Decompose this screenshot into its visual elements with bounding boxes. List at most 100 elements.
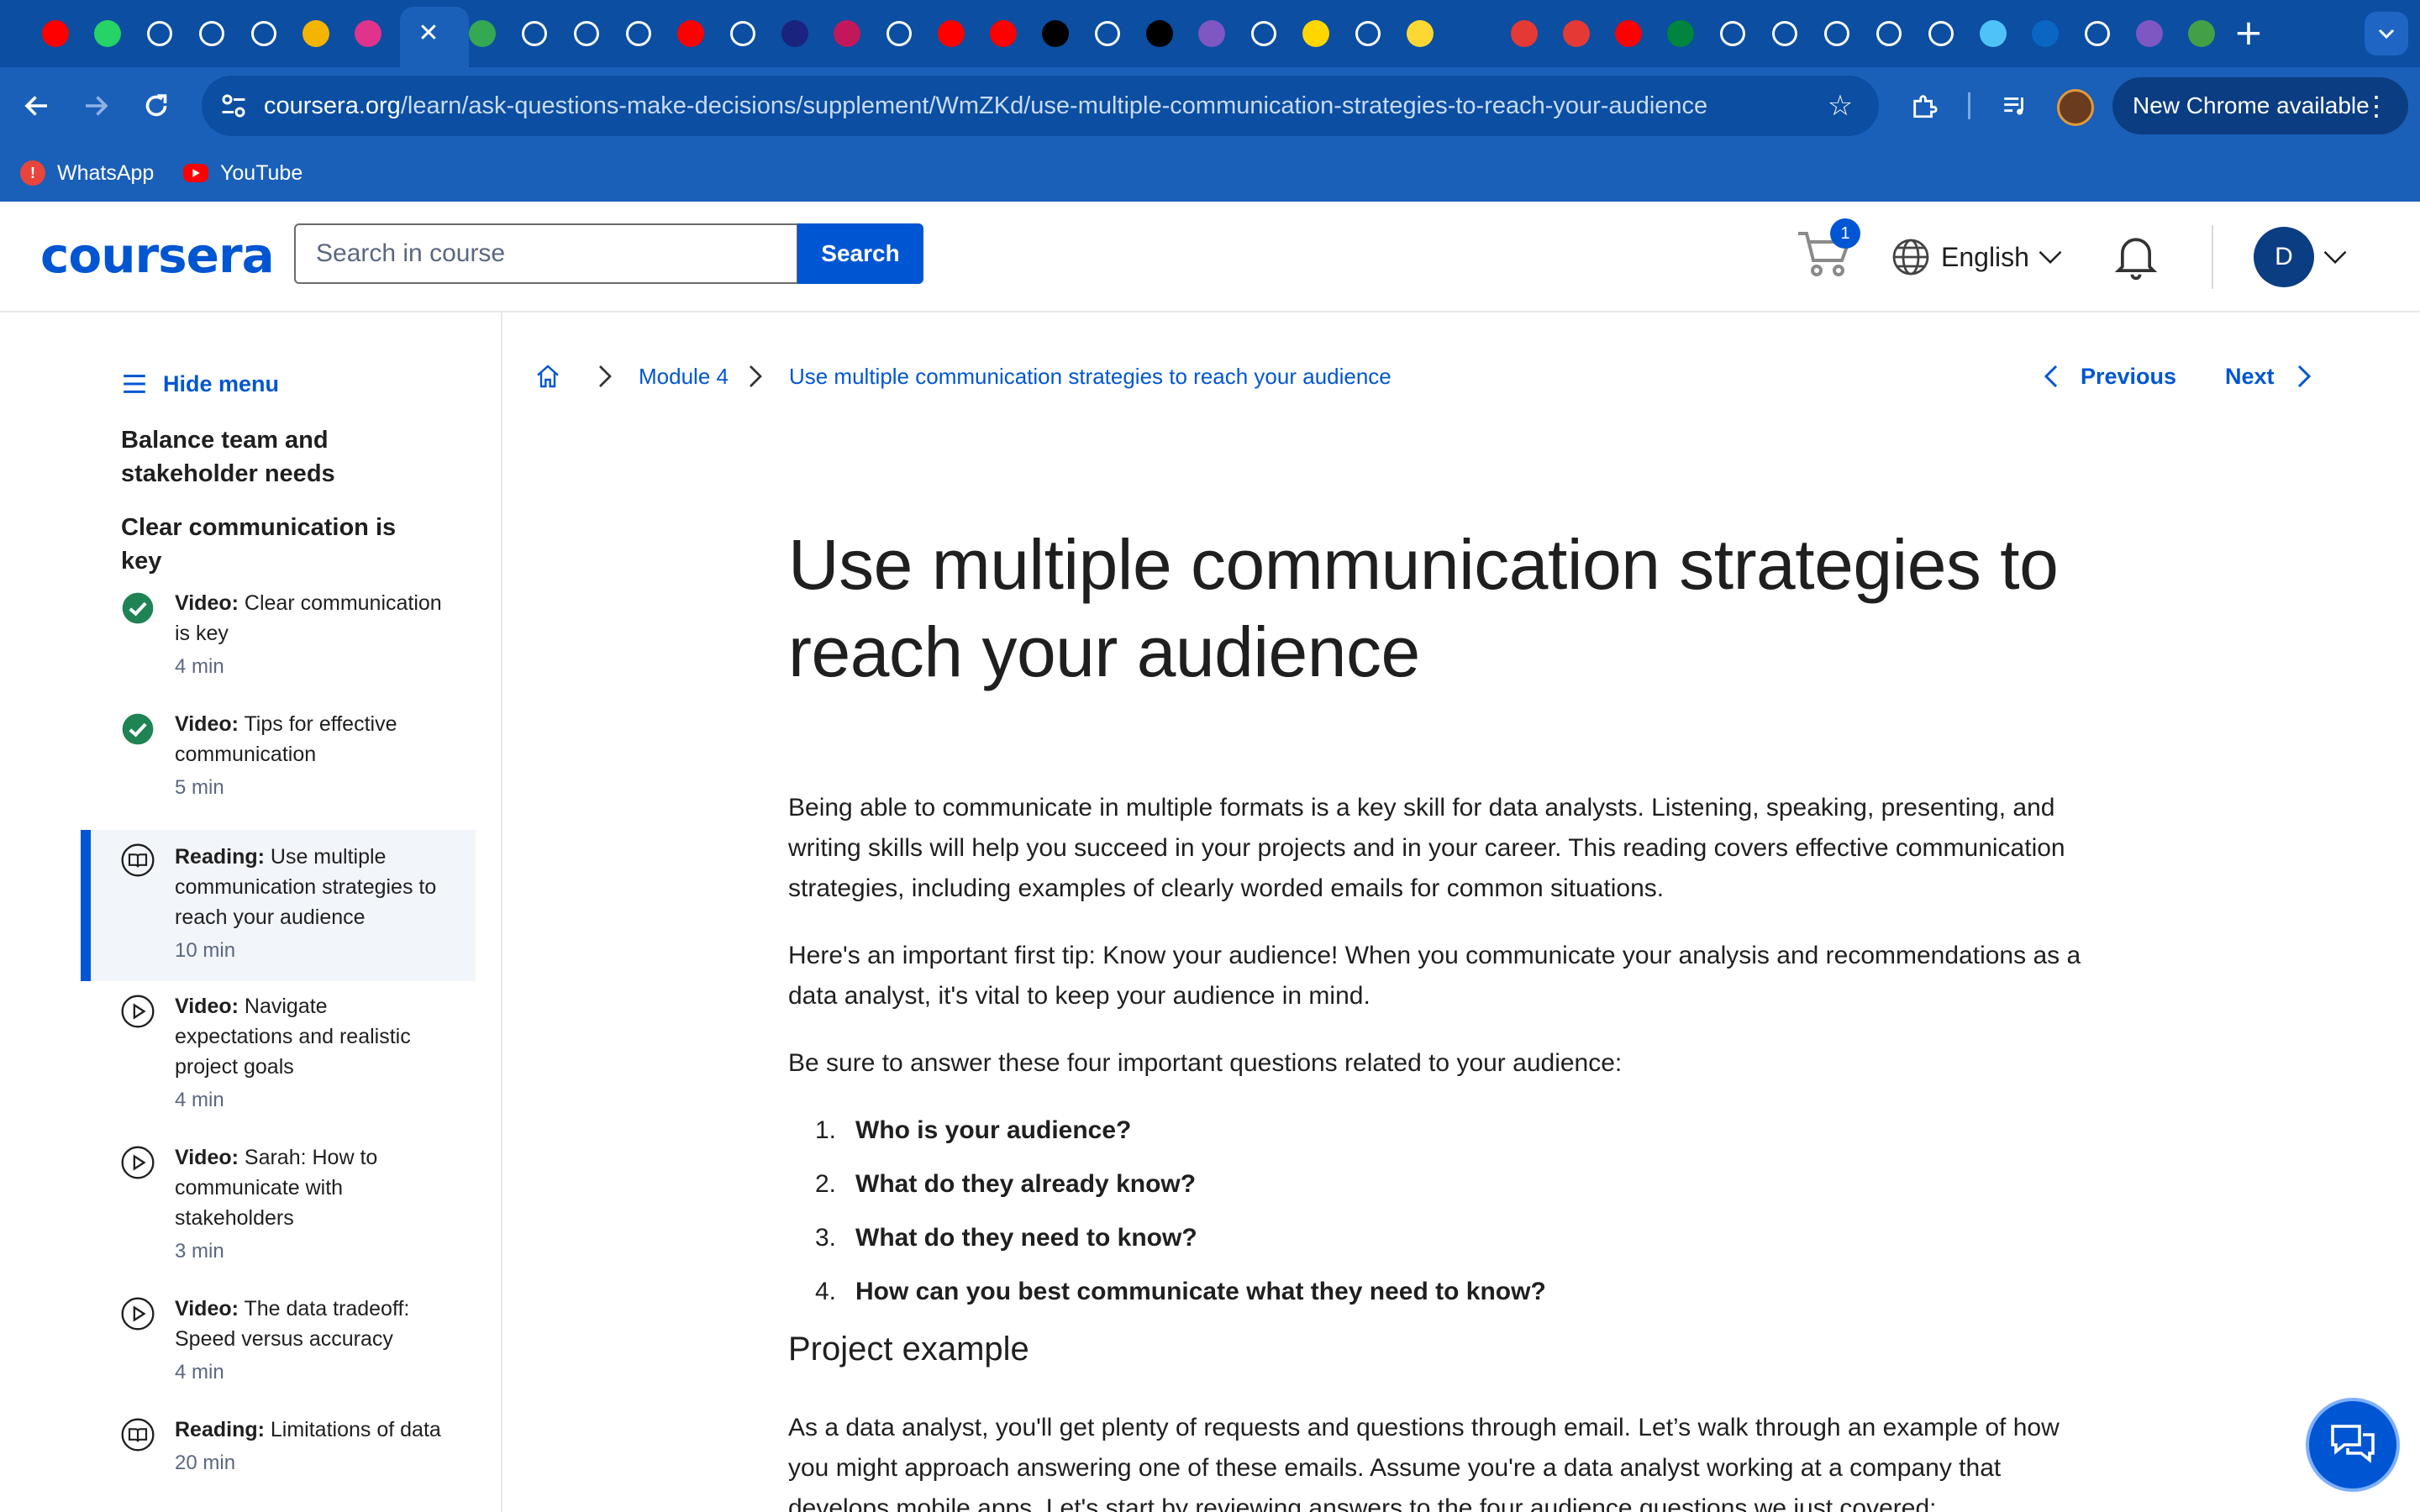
tab-youtube-favicon[interactable] <box>674 17 708 50</box>
sidebar-item[interactable]: Reading: Use multiple communication stra… <box>81 830 476 981</box>
bookmark-star-icon[interactable]: ☆ <box>1822 87 1859 124</box>
sidebar-item[interactable]: Video: Navigate expectations and realist… <box>81 991 476 1117</box>
notifications-bell-icon[interactable] <box>2112 232 2160 282</box>
tab-app-favicon[interactable] <box>726 17 760 50</box>
sidebar-item[interactable]: Video: Sarah: How to communicate with st… <box>81 1142 476 1268</box>
hide-menu-button[interactable]: Hide menu <box>123 363 279 405</box>
tab-coursera-favicon[interactable] <box>1820 17 1854 50</box>
address-bar[interactable]: coursera.org/learn/ask-questions-make-de… <box>202 76 1879 136</box>
browser-profile-avatar[interactable] <box>2057 89 2094 126</box>
language-selector[interactable]: English <box>1891 235 2063 279</box>
tab-app-favicon[interactable] <box>1039 17 1072 50</box>
home-icon[interactable] <box>534 363 561 390</box>
item-duration: 10 min <box>175 939 236 962</box>
item-type: Reading: <box>175 845 265 869</box>
sidebar-item[interactable]: Video: Clear communication is key 4 min <box>81 588 476 689</box>
tab-google-slides-favicon[interactable] <box>299 17 333 50</box>
tab-app-favicon[interactable] <box>778 17 812 50</box>
tab-loading-favicon[interactable] <box>1091 17 1124 50</box>
tab-m-favicon[interactable] <box>830 17 864 50</box>
kebab-menu-icon[interactable]: ⋮ <box>2363 77 2390 134</box>
paragraph: Here's an important first tip: Know your… <box>788 942 2081 1010</box>
tab-red-ball-favicon[interactable] <box>1560 17 1593 50</box>
tab-k-favicon[interactable] <box>518 17 551 50</box>
tab-search-button[interactable] <box>2365 12 2408 55</box>
tab-app-favicon[interactable] <box>1143 17 1176 50</box>
coursera-icon <box>1772 21 1797 46</box>
tab-youtube-favicon[interactable] <box>934 17 968 50</box>
list-item: 2. What do they already know? <box>788 1164 2099 1205</box>
sidebar-item[interactable]: Video: Tips for effective communication 5… <box>81 709 476 810</box>
site-settings-icon[interactable] <box>218 91 249 121</box>
tab-google-favicon[interactable] <box>1351 17 1385 50</box>
sidebar-item-text: Reading: Limitations of data 20 min <box>175 1415 444 1477</box>
previous-button[interactable]: Previous <box>2044 360 2176 393</box>
tab-coursera-favicon[interactable] <box>622 17 655 50</box>
list-item-text: Who is your audience? <box>855 1116 1132 1144</box>
maps-icon <box>1980 20 2007 47</box>
playlist-icon <box>2004 97 2023 115</box>
tab-github-favicon[interactable] <box>247 17 281 50</box>
user-avatar[interactable]: D <box>2254 227 2314 287</box>
tab-loading-favicon[interactable] <box>2081 17 2114 50</box>
tab-strip: ✕ + <box>0 0 2420 67</box>
bookmark-whatsapp[interactable]: ! WhatsApp <box>20 156 154 190</box>
chrome-update-button[interactable]: New Chrome available ⋮ <box>2112 77 2408 134</box>
bookmark-youtube[interactable]: YouTube <box>183 156 302 190</box>
tab-b-favicon[interactable] <box>1299 17 1333 50</box>
tab-app-favicon[interactable] <box>1247 17 1281 50</box>
tab-loading-favicon[interactable] <box>195 17 229 50</box>
coursera-logo[interactable]: coursera <box>40 227 275 284</box>
sidebar-item[interactable]: Video: The data tradeoff: Speed versus a… <box>81 1294 476 1394</box>
breadcrumb-module-link[interactable]: Module 4 <box>639 364 729 390</box>
tab-coursera-favicon[interactable] <box>1716 17 1749 50</box>
course-search-input[interactable] <box>294 223 798 284</box>
tab-globe-favicon[interactable] <box>570 17 603 50</box>
breadcrumb-current-link[interactable]: Use multiple communication strategies to… <box>789 364 1392 390</box>
forward-button[interactable] <box>76 86 116 126</box>
tab-app-favicon[interactable] <box>1455 17 1489 50</box>
tab-maps-favicon[interactable] <box>1976 17 2010 50</box>
tab-youtube-favicon[interactable] <box>1612 17 1645 50</box>
sidebar-item[interactable]: Reading: Limitations of data 20 min <box>81 1415 476 1512</box>
tab-chatgpt-favicon[interactable] <box>1872 17 1906 50</box>
tab-app-favicon[interactable] <box>351 17 385 50</box>
loading-icon <box>2085 21 2110 46</box>
section-subheading: Project example <box>788 1331 1029 1368</box>
tab-app-favicon[interactable] <box>2185 17 2218 50</box>
tab-linkedin-favicon[interactable] <box>2028 17 2062 50</box>
youtube-icon <box>183 164 208 182</box>
reload-icon <box>145 94 167 117</box>
back-button[interactable] <box>17 86 57 126</box>
next-button[interactable]: Next <box>2225 360 2312 393</box>
tab-whatsapp-favicon[interactable] <box>91 17 124 50</box>
extensions-icon[interactable] <box>1904 86 1944 126</box>
close-tab-icon[interactable]: ✕ <box>410 15 447 52</box>
app-icon <box>1251 21 1276 46</box>
list-item-text: How can you best communicate what they n… <box>855 1278 1546 1305</box>
new-tab-button[interactable]: + <box>2228 13 2269 54</box>
list-item-text: What do they already know? <box>855 1170 1197 1198</box>
media-controls-icon[interactable] <box>1995 86 2035 126</box>
tab-loading-favicon[interactable] <box>143 17 176 50</box>
tab-github-favicon[interactable] <box>1924 17 1958 50</box>
tab-red-ball-favicon[interactable] <box>1507 17 1541 50</box>
loading-icon <box>199 21 224 46</box>
reload-button[interactable] <box>136 86 176 126</box>
tab-audio-favicon[interactable] <box>882 17 916 50</box>
tab-app-favicon[interactable] <box>2133 17 2166 50</box>
tab-youtube-favicon[interactable] <box>986 17 1020 50</box>
tab-google-sheets-favicon[interactable] <box>466 17 499 50</box>
chat-help-button[interactable] <box>2306 1398 2400 1492</box>
chevron-down-icon[interactable] <box>2323 249 2348 265</box>
item-duration: 4 min <box>175 1361 224 1383</box>
chevron-right-icon <box>750 365 762 387</box>
tab-my-unt-favicon[interactable] <box>1664 17 1697 50</box>
search-button[interactable]: Search <box>797 223 923 284</box>
tab-coursera-favicon[interactable] <box>1768 17 1802 50</box>
youtube-icon <box>990 20 1017 47</box>
tab-youtube-favicon[interactable] <box>39 17 72 50</box>
tab-app-favicon[interactable] <box>1403 17 1437 50</box>
tab-video-favicon[interactable] <box>1195 17 1228 50</box>
reading-content: Use multiple communication strategies to… <box>788 521 2099 1512</box>
